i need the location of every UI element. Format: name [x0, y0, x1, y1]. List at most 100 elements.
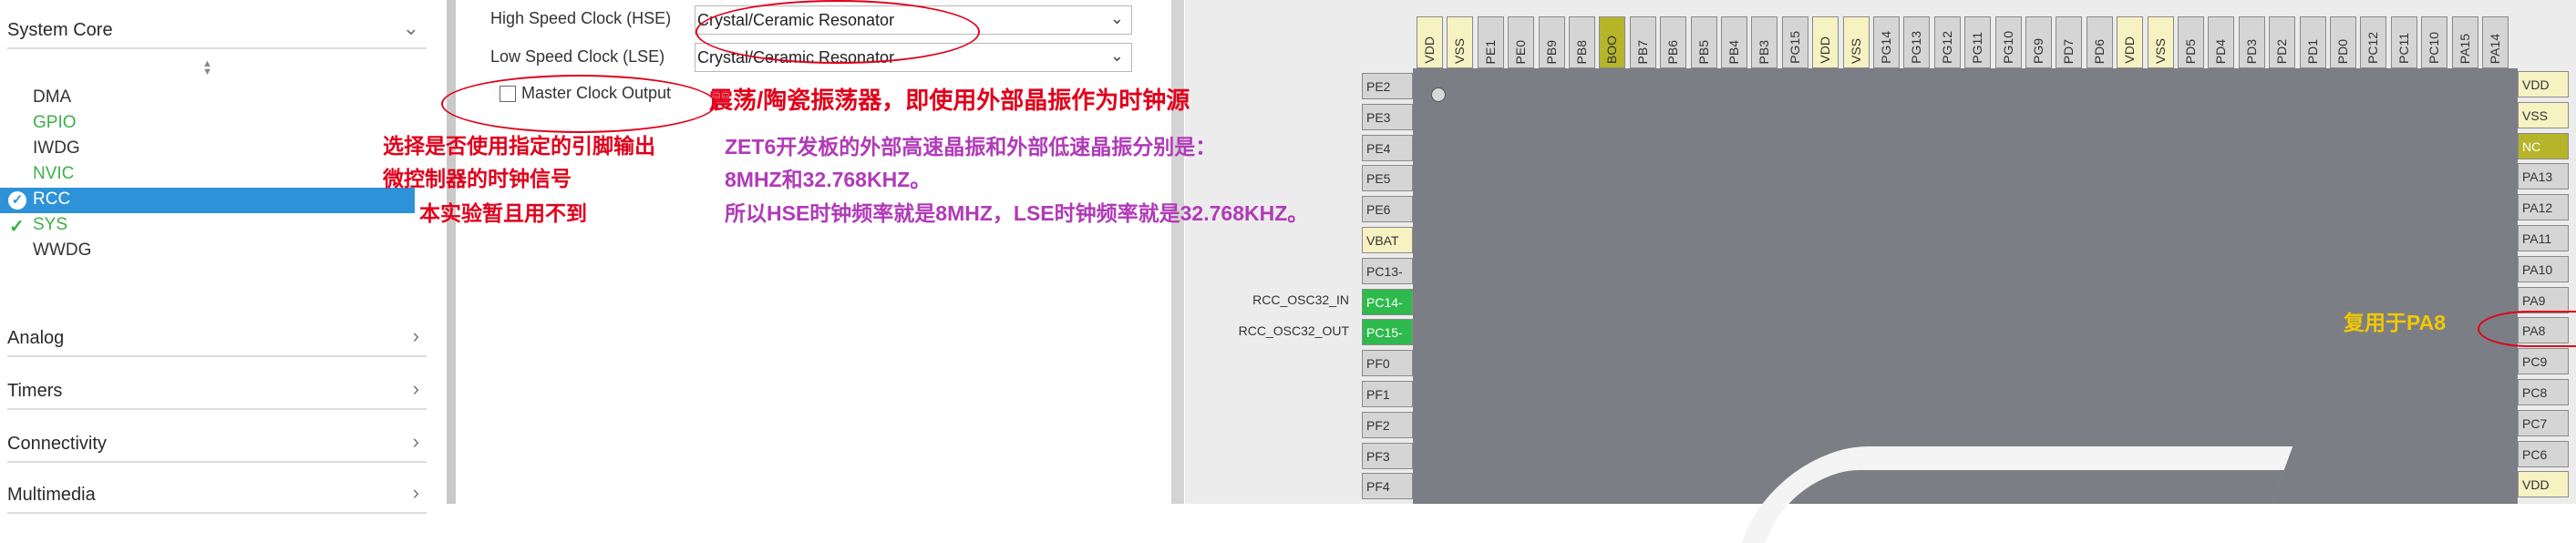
pin-label: PG15: [1787, 31, 1802, 64]
pin-left-pf1[interactable]: PF1: [1362, 381, 1413, 407]
pin-top-pd2[interactable]: PD2: [2269, 16, 2296, 68]
list-item-rcc[interactable]: ✓ RCC: [0, 188, 415, 213]
pin-label: PA15: [2457, 33, 2472, 64]
pin-top-pb5[interactable]: PB5: [1690, 16, 1717, 68]
pin1-marker: [1431, 87, 1446, 102]
pin-top-pd3[interactable]: PD3: [2238, 16, 2265, 68]
category-panel: System Core ⌄ ▲ ▼ DMA GPIO IWDG NVIC ✓ RC…: [0, 0, 447, 514]
list-item-nvic[interactable]: NVIC: [33, 164, 74, 184]
pin-top-vdd[interactable]: VDD: [1417, 16, 1443, 68]
pin-right-vdd[interactable]: VDD: [2518, 71, 2569, 97]
pin-top-vdd[interactable]: VDD: [2117, 16, 2144, 68]
pin-label: PG10: [2000, 31, 2015, 64]
pin-top-vdd[interactable]: VDD: [1812, 16, 1839, 68]
pin-label: PD3: [2243, 38, 2259, 64]
pin-top-pb9[interactable]: PB9: [1538, 16, 1565, 68]
pin-top-pb3[interactable]: PB3: [1751, 16, 1778, 68]
pin-top-pg15[interactable]: PG15: [1781, 16, 1808, 68]
pin-right-pa9[interactable]: PA9: [2518, 286, 2569, 313]
pin-right-pa12[interactable]: PA12: [2518, 194, 2569, 221]
pin-top-pc11[interactable]: PC11: [2390, 16, 2417, 68]
category-connectivity[interactable]: Connectivity ›: [7, 425, 427, 463]
pin-left-pf3[interactable]: PF3: [1362, 442, 1413, 469]
pin-left-pf4[interactable]: PF4: [1362, 473, 1413, 500]
pin-left-pf0[interactable]: PF0: [1362, 350, 1413, 377]
pin-top-pa15[interactable]: PA15: [2451, 16, 2478, 68]
pin-label: PC11: [2396, 33, 2411, 64]
pin-label: PC10: [2427, 31, 2442, 64]
pin-top-vss[interactable]: VSS: [1842, 16, 1870, 68]
pa8-note: 复用于PA8: [2344, 311, 2447, 334]
pin-right-pa11[interactable]: PA11: [2518, 225, 2569, 251]
list-item-sys[interactable]: SYS: [33, 215, 67, 235]
sort-icon[interactable]: ▲ ▼: [202, 59, 212, 77]
pin-top-pb7[interactable]: PB7: [1629, 16, 1656, 68]
list-item-gpio[interactable]: GPIO: [33, 113, 77, 133]
pin-right-pa13[interactable]: PA13: [2518, 163, 2569, 190]
category-timers[interactable]: Timers ›: [7, 372, 427, 410]
pin-right-vdd[interactable]: VDD: [2518, 471, 2569, 498]
chevron-right-icon[interactable]: ›: [413, 377, 419, 401]
pin-top-pd7[interactable]: PD7: [2056, 16, 2083, 68]
pin-label: PG11: [1970, 32, 1985, 64]
pin-top-pe0[interactable]: PE0: [1508, 16, 1535, 68]
pin-right-pc9[interactable]: PC9: [2518, 348, 2569, 375]
pin-label: PB8: [1574, 39, 1589, 64]
crystal-note-line2: 8MHZ和32.768KHZ。: [725, 168, 932, 191]
pin-left-pe2[interactable]: PE2: [1362, 73, 1413, 99]
chevron-down-icon[interactable]: ⌄: [403, 16, 419, 40]
pin-label: BOO: [1604, 35, 1620, 64]
panel-splitter[interactable]: [1171, 0, 1184, 504]
pin-left-pf2[interactable]: PF2: [1362, 411, 1413, 438]
pin-top-vss[interactable]: VSS: [2147, 16, 2174, 68]
chevron-right-icon[interactable]: ›: [413, 430, 419, 454]
pin-top-pd6[interactable]: PD6: [2086, 16, 2113, 68]
pin-top-pg12[interactable]: PG12: [1933, 16, 1961, 68]
pin-top-pd5[interactable]: PD5: [2178, 16, 2204, 68]
pin-top-pb4[interactable]: PB4: [1721, 16, 1747, 68]
pin-top-boo[interactable]: BOO: [1599, 16, 1626, 68]
pin-left-pe6[interactable]: PE6: [1362, 196, 1413, 223]
pin-top-pd0[interactable]: PD0: [2330, 16, 2356, 68]
pin-top-pg10[interactable]: PG10: [1994, 16, 2022, 68]
category-analog[interactable]: Analog ›: [7, 319, 427, 357]
pin-top-pc12[interactable]: PC12: [2360, 16, 2387, 68]
pin-top-pg13[interactable]: PG13: [1903, 16, 1931, 68]
pin-left-pe4[interactable]: PE4: [1362, 134, 1413, 161]
pin-top-pc10[interactable]: PC10: [2421, 16, 2448, 68]
pin-right-pc8[interactable]: PC8: [2518, 379, 2569, 405]
panel-splitter[interactable]: [447, 0, 456, 504]
pin-left-pc15[interactable]: PC15-: [1362, 319, 1413, 346]
pin-top-pd1[interactable]: PD1: [2299, 16, 2326, 68]
chevron-right-icon[interactable]: ›: [413, 324, 419, 348]
pin-left-pe5[interactable]: PE5: [1362, 165, 1413, 192]
category-multimedia[interactable]: Multimedia ›: [7, 476, 427, 514]
pin-right-vss[interactable]: VSS: [2518, 101, 2569, 128]
category-system-core[interactable]: System Core ⌄: [7, 11, 427, 49]
pin-top-pg11[interactable]: PG11: [1964, 16, 1992, 68]
pin-right-nc[interactable]: NC: [2518, 132, 2569, 159]
pin-top-pb6[interactable]: PB6: [1660, 16, 1687, 68]
pin-left-pc14[interactable]: PC14-: [1362, 288, 1413, 315]
pin-top-pg9[interactable]: PG9: [2025, 16, 2052, 68]
pin-right-pc6[interactable]: PC6: [2518, 440, 2569, 467]
pin-label: PD2: [2274, 38, 2290, 64]
chevron-right-icon[interactable]: ›: [413, 481, 419, 505]
pin-left-vbat[interactable]: VBAT: [1362, 227, 1413, 253]
pin-right-pc7[interactable]: PC7: [2518, 409, 2569, 436]
pin-label: PA14: [2488, 33, 2502, 64]
pin-top-pd4[interactable]: PD4: [2208, 16, 2235, 68]
pin-top-pb8[interactable]: PB8: [1569, 16, 1595, 68]
list-item-dma[interactable]: DMA: [33, 87, 71, 108]
mco-note-line2: 微控制器的时钟信号: [383, 167, 572, 190]
pin-top-vss[interactable]: VSS: [1447, 16, 1474, 68]
list-item-iwdg[interactable]: IWDG: [33, 138, 80, 159]
pin-left-pc13[interactable]: PC13-: [1362, 257, 1413, 284]
pin-top-pg14[interactable]: PG14: [1873, 16, 1900, 68]
pin-right-pa10[interactable]: PA10: [2518, 255, 2569, 282]
pin-left-pe3[interactable]: PE3: [1362, 103, 1413, 130]
pin-label: PE1: [1482, 39, 1498, 64]
list-item-wwdg[interactable]: WWDG: [33, 241, 91, 261]
pin-top-pe1[interactable]: PE1: [1477, 16, 1504, 68]
pin-top-pa14[interactable]: PA14: [2482, 16, 2509, 68]
